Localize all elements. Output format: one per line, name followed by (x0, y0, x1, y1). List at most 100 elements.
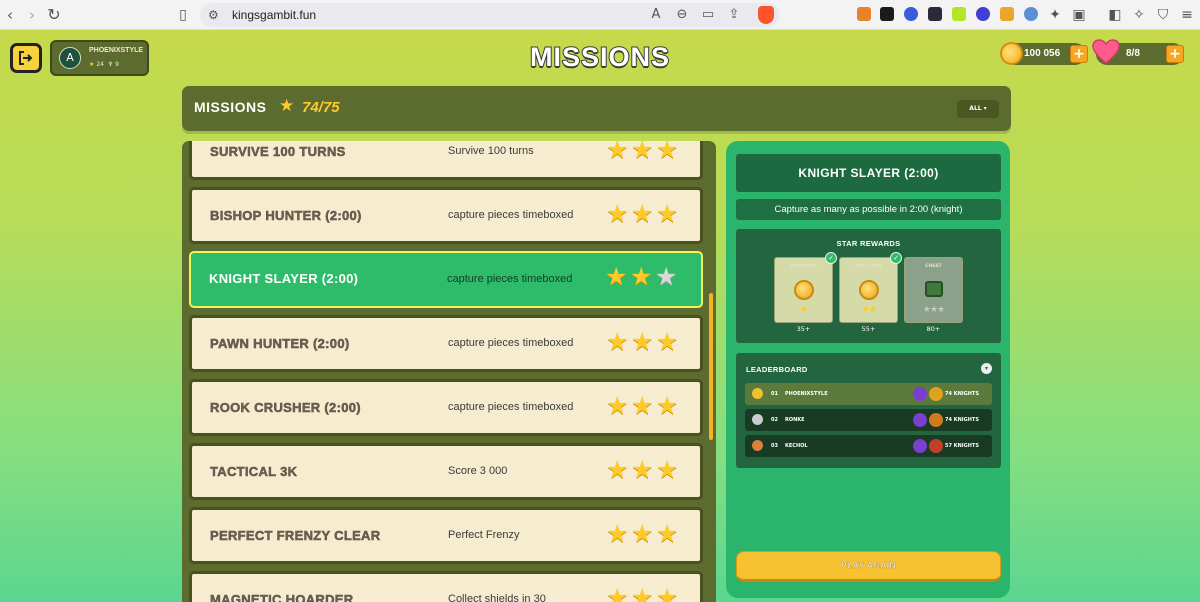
lives-counter: 8/8 + (1092, 39, 1184, 65)
mission-description: capture pieces timeboxed (448, 209, 574, 221)
filter-dropdown[interactable]: ALL ▾ (957, 100, 999, 118)
leaderboard-title: LEADERBOARD (746, 365, 808, 374)
reward-threshold: 35+ (796, 325, 811, 333)
star-icon: ★ (631, 583, 654, 602)
vpn-shield-icon[interactable]: ⛉ (1154, 5, 1172, 25)
mission-detail-title: KNIGHT SLAYER (2:00) (736, 154, 1001, 192)
menu-icon[interactable]: ≡ (1178, 5, 1196, 25)
cast-icon[interactable]: ▭ (698, 5, 718, 25)
mission-description: capture pieces timeboxed (448, 337, 574, 349)
star-icon: ★ (631, 327, 654, 356)
missions-header-title: MISSIONS (194, 99, 267, 115)
star-icon: ★ (656, 519, 679, 548)
extension-green-icon[interactable] (952, 7, 966, 21)
sidebar-icon[interactable]: ◧ (1106, 5, 1124, 25)
mission-description: capture pieces timeboxed (448, 401, 574, 413)
skin-badge-icon (929, 413, 943, 427)
extension-circle-icon[interactable] (976, 7, 990, 21)
reward-stars: ★★★ (922, 305, 945, 315)
add-lives-button[interactable]: + (1166, 45, 1184, 63)
skin-badge-icon (929, 439, 943, 453)
browser-toolbar: ‹ › ↻ ▯ ⚙ kingsgambit.fun A ⊖ ▭ ⇪ ✦ ▣ ◧ … (0, 0, 1200, 30)
star-icon: ★ (606, 391, 629, 420)
rank-badge-icon (913, 413, 927, 427)
star-icon: ★ (631, 141, 654, 164)
address-bar[interactable]: ⚙ kingsgambit.fun A ⊖ ▭ ⇪ (200, 3, 780, 27)
extension-terminal-icon[interactable] (880, 7, 894, 21)
extension-fox-icon[interactable] (1000, 7, 1014, 21)
url-text[interactable]: kingsgambit.fun (232, 3, 316, 27)
star-icon: ★ (656, 199, 679, 228)
reward-card[interactable]: 200 COINS ★★ ✓ (839, 252, 902, 323)
translate-icon[interactable]: A (646, 5, 666, 25)
mission-name: PERFECT FRENZY CLEAR (210, 528, 381, 544)
star-icon: ★ (606, 455, 629, 484)
mission-row[interactable]: TACTICAL 3K Score 3 000 ★ ★ ★ (189, 443, 703, 500)
forward-icon[interactable]: › (22, 5, 42, 25)
star-icon: ★ (606, 327, 629, 356)
bookmark-icon[interactable]: ▯ (175, 5, 191, 25)
mission-description: capture pieces timeboxed (447, 273, 573, 285)
extension-p-icon[interactable] (928, 7, 942, 21)
screenshot-icon[interactable]: ▣ (1070, 5, 1088, 25)
star-icon: ★ (656, 327, 679, 356)
leaderboard-player: KECHOL (785, 443, 808, 449)
reward-threshold: 80+ (926, 325, 941, 333)
mission-row[interactable]: SURVIVE 100 TURNS Survive 100 turns ★ ★ ★ (189, 141, 703, 180)
mission-detail-panel: KNIGHT SLAYER (2:00) Capture as many as … (726, 141, 1010, 598)
mission-description: Score 3 000 (448, 465, 508, 477)
reload-icon[interactable]: ↻ (44, 5, 64, 25)
mission-stars: ★ ★ ★ (606, 329, 679, 357)
leaderboard-toggle-icon[interactable]: ▾ (981, 363, 992, 374)
star-icon: ★ (606, 519, 629, 548)
mission-row[interactable]: PAWN HUNTER (2:00) capture pieces timebox… (189, 315, 703, 372)
extension-wallet-icon[interactable] (904, 7, 918, 21)
extensions-puzzle-icon[interactable]: ✦ (1046, 5, 1064, 25)
mission-stars: ★ ★ ★ (606, 457, 679, 485)
leaderboard-score: 57 KNIGHTS (945, 443, 979, 449)
leaderboard-rank: 03 (771, 443, 778, 449)
star-icon: ★ (656, 141, 679, 164)
reward-card[interactable]: CHEST ★★★ (904, 257, 963, 323)
metamask-icon[interactable] (857, 7, 871, 21)
mission-row[interactable]: PERFECT FRENZY CLEAR Perfect Frenzy ★ ★ ★ (189, 507, 703, 564)
leaderboard-row[interactable]: 03 KECHOL 57 KNIGHTS (745, 435, 992, 457)
reward-card[interactable]: 100 COINS ★ ✓ (774, 252, 837, 323)
leaderboard-score: 74 KNIGHTS (945, 391, 979, 397)
site-settings-icon[interactable]: ⚙ (208, 5, 219, 25)
mission-row[interactable]: MAGNETIC HOARDER Collect shields in 30 ★ ★ ★ (189, 571, 703, 602)
mission-stars: ★ ★ ★ (605, 264, 678, 292)
skin-badge-icon (929, 387, 943, 401)
mission-row[interactable]: ROOK CRUSHER (2:00) capture pieces timebo… (189, 379, 703, 436)
mission-name: BISHOP HUNTER (2:00) (210, 208, 362, 224)
leo-ai-icon[interactable]: ✧ (1130, 5, 1148, 25)
add-coins-button[interactable]: + (1070, 45, 1088, 63)
share-icon[interactable]: ⇪ (724, 5, 744, 25)
star-icon: ★ (279, 96, 295, 116)
leaderboard-row[interactable]: 01 PHOENIXSTYLE 74 KNIGHTS (745, 383, 992, 405)
play-again-button[interactable]: PLAY AGAIN (736, 551, 1001, 582)
lives-value: 8/8 (1126, 48, 1140, 59)
leaderboard-score: 74 KNIGHTS (945, 417, 979, 423)
star-icon: ★ (656, 391, 679, 420)
mission-name: ROOK CRUSHER (2:00) (210, 400, 361, 416)
leaderboard-row[interactable]: 02 RONKE 74 KNIGHTS (745, 409, 992, 431)
scrollbar[interactable] (709, 293, 713, 440)
missions-list: SURVIVE 100 TURNS Survive 100 turns ★ ★ ★ BIS… (182, 141, 716, 602)
check-icon: ✓ (890, 252, 902, 264)
reward-label: 100 COINS (790, 264, 817, 269)
mission-row[interactable]: KNIGHT SLAYER (2:00) capture pieces timeb… (189, 251, 703, 308)
zoom-icon[interactable]: ⊖ (672, 5, 692, 25)
brave-shield-icon[interactable] (758, 6, 774, 24)
mission-description: Collect shields in 30 (448, 593, 546, 602)
star-icon: ★ (630, 262, 653, 291)
star-icon: ★ (656, 455, 679, 484)
back-icon[interactable]: ‹ (0, 5, 20, 25)
mission-row[interactable]: BISHOP HUNTER (2:00) capture pieces timeb… (189, 187, 703, 244)
reward-stars: ★★ (861, 305, 876, 315)
mission-stars: ★ ★ ★ (606, 141, 679, 165)
mission-detail-description: Capture as many as possible in 2:00 (kni… (736, 199, 1001, 220)
extension-dot-icon[interactable] (1024, 7, 1038, 21)
coin-icon (1000, 42, 1023, 65)
star-icon: ★ (655, 262, 678, 291)
